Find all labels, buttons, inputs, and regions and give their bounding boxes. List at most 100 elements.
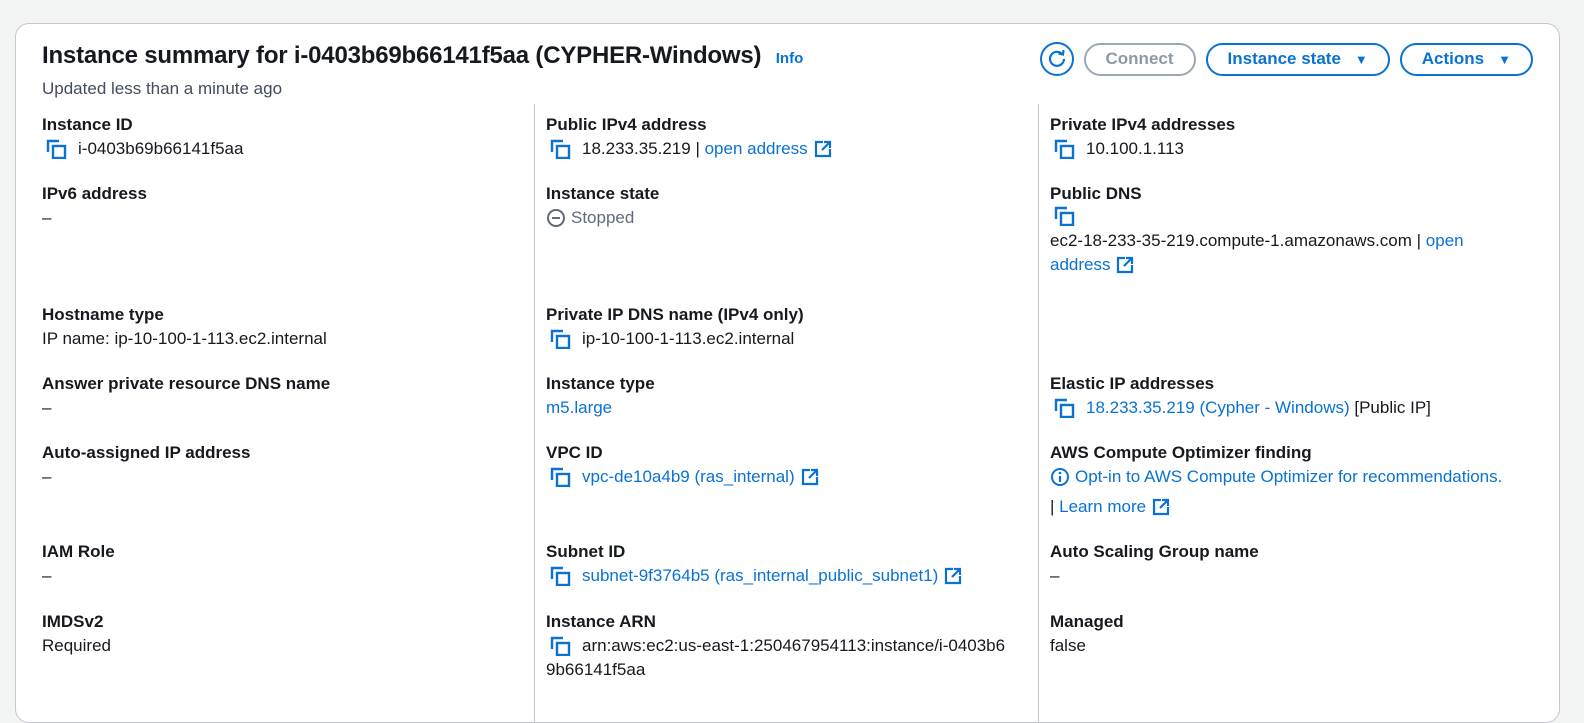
field-label: Instance type xyxy=(546,374,655,393)
stopped-icon xyxy=(547,209,565,227)
field-instance-type: Instance type m5.large xyxy=(546,372,655,420)
field-answer-dns: Answer private resource DNS name – xyxy=(42,372,330,420)
actions-button-label: Actions xyxy=(1421,49,1485,68)
field-label: IAM Role xyxy=(42,542,115,561)
copy-icon[interactable] xyxy=(550,636,572,656)
info-icon xyxy=(1051,468,1069,486)
instance-state-value: Stopped xyxy=(571,208,635,227)
separator: | xyxy=(690,139,705,158)
optimizer-opt-in-link[interactable]: Opt-in to AWS Compute Optimizer for reco… xyxy=(1075,465,1502,489)
field-label: Instance ID xyxy=(42,115,133,134)
public-ipv4-value: 18.233.35.219 xyxy=(582,139,691,158)
field-label: Managed xyxy=(1050,612,1124,631)
field-value: – xyxy=(42,398,52,417)
field-private-dns: Private IP DNS name (IPv4 only) ip-10-10… xyxy=(546,303,804,351)
page-title: Instance summary for i-0403b69b66141f5aa… xyxy=(42,42,762,69)
separator: | xyxy=(1050,497,1060,516)
private-ipv4-value: 10.100.1.113 xyxy=(1086,139,1184,158)
column-divider xyxy=(534,104,535,722)
field-label: Subnet ID xyxy=(546,542,626,561)
field-value: – xyxy=(42,566,52,585)
instance-id-value: i-0403b69b66141f5aa xyxy=(78,139,244,158)
open-address-link[interactable]: open xyxy=(1426,231,1464,250)
instance-arn-value: arn:aws:ec2:us-east-1:250467954113:insta… xyxy=(582,636,1006,655)
elastic-ip-suffix: [Public IP] xyxy=(1349,398,1431,417)
refresh-icon xyxy=(1048,49,1065,67)
field-value: Required xyxy=(42,636,111,655)
private-dns-value: ip-10-100-1-113.ec2.internal xyxy=(582,329,795,348)
info-link[interactable]: Info xyxy=(776,50,804,67)
copy-icon[interactable] xyxy=(550,329,572,349)
separator: | xyxy=(1411,231,1426,250)
field-value: – xyxy=(42,208,52,227)
field-label: Answer private resource DNS name xyxy=(42,374,331,393)
field-label: Instance ARN xyxy=(546,612,656,631)
copy-icon[interactable] xyxy=(1054,398,1076,418)
field-value: – xyxy=(1050,566,1060,585)
public-dns-value: ec2-18-233-35-219.compute-1.amazonaws.co… xyxy=(1050,231,1412,250)
column-divider xyxy=(1038,104,1039,722)
field-label: Elastic IP addresses xyxy=(1050,374,1215,393)
field-managed: Managed false xyxy=(1050,610,1124,658)
field-value: false xyxy=(1050,636,1086,655)
summary-header: Instance summary for i-0403b69b66141f5aa… xyxy=(42,42,1559,102)
field-asg: Auto Scaling Group name – xyxy=(1050,540,1259,588)
field-label: Public IPv4 address xyxy=(546,115,707,134)
header-actions: Connect Instance state ▼ Actions ▼ xyxy=(1039,42,1533,76)
actions-button[interactable]: Actions ▼ xyxy=(1399,42,1533,76)
field-label: Auto-assigned IP address xyxy=(42,443,251,462)
open-address-link[interactable]: open address xyxy=(705,137,808,161)
field-label: Hostname type xyxy=(42,305,164,324)
field-label: VPC ID xyxy=(546,443,603,462)
field-value: IP name: ip-10-100-1-113.ec2.internal xyxy=(42,329,327,348)
field-label: IMDSv2 xyxy=(42,612,104,631)
external-link-icon[interactable] xyxy=(944,567,962,585)
refresh-button[interactable] xyxy=(1039,42,1074,76)
field-label: Instance state xyxy=(546,184,660,203)
elastic-ip-link[interactable]: 18.233.35.219 (Cypher - Windows) xyxy=(1086,396,1350,420)
copy-icon[interactable] xyxy=(550,139,572,159)
field-instance-arn: Instance ARN arn:aws:ec2:us-east-1:25046… xyxy=(546,610,1005,682)
field-hostname-type: Hostname type IP name: ip-10-100-1-113.e… xyxy=(42,303,327,351)
open-address-link-cont[interactable]: address xyxy=(1050,253,1110,277)
field-label: Public DNS xyxy=(1050,184,1142,203)
external-link-icon[interactable] xyxy=(1116,256,1134,274)
instance-summary-panel: Instance summary for i-0403b69b66141f5aa… xyxy=(15,23,1560,723)
external-link-icon[interactable] xyxy=(1152,498,1170,516)
connect-button-label: Connect xyxy=(1105,49,1174,68)
instance-type-link[interactable]: m5.large xyxy=(546,396,612,420)
field-value: – xyxy=(42,467,52,486)
field-subnet-id: Subnet ID subnet-9f3764b5 (ras_internal_… xyxy=(546,540,962,588)
learn-more-link[interactable]: Learn more xyxy=(1059,495,1146,519)
field-imdsv2: IMDSv2 Required xyxy=(42,610,111,658)
external-link-icon[interactable] xyxy=(814,140,832,158)
field-label: Auto Scaling Group name xyxy=(1050,542,1259,561)
copy-icon[interactable] xyxy=(46,139,68,159)
subnet-id-link[interactable]: subnet-9f3764b5 (ras_internal_public_sub… xyxy=(582,564,938,588)
field-label: Private IP DNS name (IPv4 only) xyxy=(546,305,804,324)
vpc-id-link[interactable]: vpc-de10a4b9 (ras_internal) xyxy=(582,465,795,489)
field-label: AWS Compute Optimizer finding xyxy=(1050,443,1312,462)
field-iam-role: IAM Role – xyxy=(42,540,115,588)
field-compute-optimizer: AWS Compute Optimizer finding Opt-in to … xyxy=(1050,441,1502,519)
external-link-icon[interactable] xyxy=(801,468,819,486)
field-private-ipv4: Private IPv4 addresses 10.100.1.113 xyxy=(1050,113,1235,161)
field-label: Private IPv4 addresses xyxy=(1050,115,1236,134)
connect-button[interactable]: Connect xyxy=(1083,42,1196,76)
copy-icon[interactable] xyxy=(1054,206,1076,226)
field-vpc-id: VPC ID vpc-de10a4b9 (ras_internal) xyxy=(546,441,819,489)
caret-down-icon: ▼ xyxy=(1498,51,1511,67)
copy-icon[interactable] xyxy=(550,467,572,487)
instance-arn-value-cont: 9b66141f5aa xyxy=(546,660,646,679)
caret-down-icon: ▼ xyxy=(1354,51,1368,67)
instance-state-button[interactable]: Instance state ▼ xyxy=(1205,42,1390,76)
field-instance-id: Instance ID i-0403b69b66141f5aa xyxy=(42,113,243,161)
field-instance-state: Instance state Stopped xyxy=(546,182,659,230)
copy-icon[interactable] xyxy=(550,566,572,586)
field-ipv6: IPv6 address – xyxy=(42,182,147,230)
field-public-dns: Public DNS ec2-18-233-35-219.compute-1.a… xyxy=(1050,182,1530,277)
field-auto-ip: Auto-assigned IP address – xyxy=(42,441,250,489)
updated-timestamp: Updated less than a minute ago xyxy=(42,79,283,98)
copy-icon[interactable] xyxy=(1054,139,1076,159)
instance-state-button-label: Instance state xyxy=(1227,49,1341,68)
